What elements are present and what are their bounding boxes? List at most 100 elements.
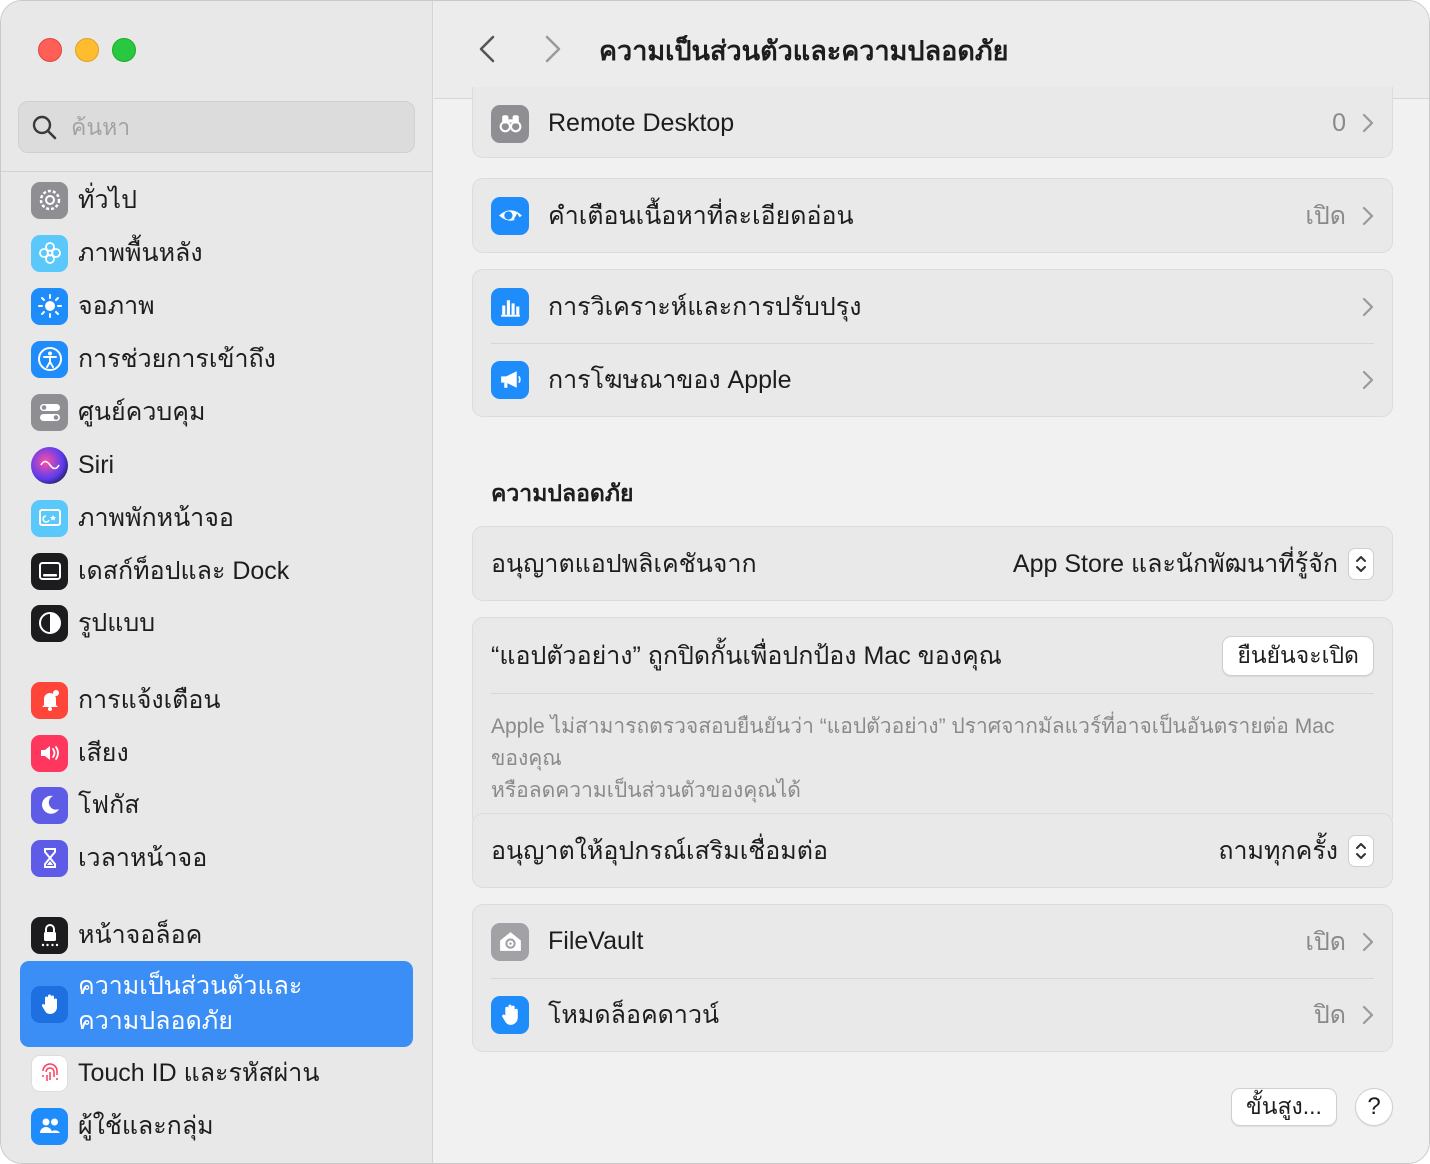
analytics-row[interactable]: การวิเคราะห์และการปรับปรุง (473, 270, 1392, 343)
sidebar-item-label: Siri (78, 450, 115, 479)
blocked-app-label: “แอปตัวอย่าง” ถูกปิดกั้นเพื่อปกป้อง Mac … (491, 641, 1002, 670)
blocked-app-note-line2: หรือลดความเป็นส่วนตัวของคุณได้ (491, 779, 801, 802)
allow-apps-label: อนุญาตแอปพลิเคชันจาก (491, 549, 757, 578)
sidebar-divider (1, 171, 433, 172)
accessories-group: อนุญาตให้อุปกรณ์เสริมเชื่อมต่อ ถามทุกครั… (472, 813, 1393, 888)
sidebar-item-notifications[interactable]: การแจ้งเตือน (20, 676, 413, 724)
siri-icon (31, 446, 68, 484)
screensaver-icon (31, 499, 68, 537)
sensitive-content-value: เปิด (1305, 201, 1346, 230)
chevron-right-icon (1362, 297, 1374, 316)
accessories-value[interactable]: ถามทุกครั้ง (1218, 831, 1338, 871)
advanced-button[interactable]: ขั้นสูง... (1231, 1088, 1337, 1126)
blocked-app-note-line1: Apple ไม่สามารถตรวจสอบยืนยันว่า “แอปตัวอ… (491, 715, 1335, 770)
lockdown-label: โหมดล็อคดาวน์ (548, 1000, 720, 1029)
sidebar-item-touch-id[interactable]: Touch ID และรหัสผ่าน (20, 1049, 413, 1097)
toggles-icon (31, 393, 68, 431)
sidebar-item-general[interactable]: ทั่วไป (20, 176, 413, 224)
filevault-row[interactable]: FileVault เปิด (473, 905, 1392, 978)
sidebar-item-label: ความเป็นส่วนตัวและ (78, 972, 303, 1000)
sidebar: ทั่วไป ภาพพื้นหลัง จอภาพ การช่วยการเข้าถ… (1, 1, 433, 1163)
sidebar-item-label: การช่วยการเข้าถึง (78, 345, 276, 373)
sidebar-item-siri[interactable]: Siri (20, 441, 413, 489)
accessibility-icon (31, 340, 68, 378)
updown-chevron-icon (1356, 842, 1366, 859)
allow-apps-popup-button[interactable] (1348, 547, 1374, 580)
allow-apps-row: อนุญาตแอปพลิเคชันจาก App Store และนักพัฒ… (473, 527, 1392, 600)
settings-window: ทั่วไป ภาพพื้นหลัง จอภาพ การช่วยการเข้าถ… (0, 0, 1430, 1164)
minimize-button[interactable] (75, 38, 99, 62)
updown-chevron-icon (1356, 555, 1366, 572)
sidebar-item-desktop-dock[interactable]: เดสก์ท็อปและ Dock (20, 547, 413, 595)
sidebar-item-appearance[interactable]: รูปแบบ (20, 599, 413, 647)
close-button[interactable] (38, 38, 62, 62)
apple-ads-row[interactable]: การโฆษณาของ Apple (473, 343, 1392, 416)
sidebar-item-screen-time[interactable]: เวลาหน้าจอ (20, 834, 413, 882)
analytics-ads-group: การวิเคราะห์และการปรับปรุง การโฆษณาของ A… (472, 269, 1393, 417)
remote-desktop-label: Remote Desktop (548, 109, 735, 137)
filevault-value: เปิด (1305, 927, 1346, 956)
filevault-icon (491, 922, 529, 961)
hourglass-icon (31, 839, 68, 877)
search-icon (32, 115, 57, 140)
moon-icon (31, 786, 68, 824)
search-field[interactable] (18, 101, 415, 153)
appearance-icon (31, 604, 68, 642)
sidebar-item-wallpaper[interactable]: ภาพพื้นหลัง (20, 229, 413, 277)
flower-icon (31, 234, 68, 272)
sidebar-item-control-center[interactable]: ศูนย์ควบคุม (20, 388, 413, 436)
chevron-right-icon (1362, 1005, 1374, 1024)
speaker-icon (31, 734, 68, 772)
sidebar-item-accessibility[interactable]: การช่วยการเข้าถึง (20, 335, 413, 383)
chevron-right-icon (1362, 206, 1374, 225)
sidebar-item-label: Touch ID และรหัสผ่าน (78, 1059, 320, 1087)
users-icon (31, 1107, 68, 1145)
maximize-button[interactable] (112, 38, 136, 62)
sidebar-item-label: โฟกัส (78, 791, 140, 819)
remote-desktop-value: 0 (1332, 109, 1346, 137)
hand-icon (31, 985, 68, 1023)
filevault-label: FileVault (548, 927, 644, 955)
sidebar-item-label: เดสก์ท็อปและ Dock (78, 557, 290, 585)
security-section-title: ความปลอดภัย (491, 480, 634, 506)
lockdown-value: ปิด (1313, 1000, 1346, 1029)
sidebar-item-label: เวลาหน้าจอ (78, 844, 208, 872)
sun-icon (31, 287, 68, 325)
forward-button[interactable] (538, 33, 568, 65)
sensitive-content-label: คำเตือนเนื้อหาที่ละเอียดอ่อน (548, 201, 854, 230)
apple-ads-label: การโฆษณาของ Apple (548, 365, 792, 394)
sidebar-item-lock-screen[interactable]: หน้าจอล็อค (20, 911, 413, 959)
bar-chart-icon (491, 287, 529, 326)
sidebar-item-label: ทั่วไป (78, 186, 137, 214)
sidebar-item-label: ภาพพักหน้าจอ (78, 504, 234, 532)
allow-apps-group: อนุญาตแอปพลิเคชันจาก App Store และนักพัฒ… (472, 526, 1393, 601)
chevron-right-icon (1362, 113, 1374, 132)
sidebar-item-label: ความปลอดภัย (78, 1007, 233, 1035)
chevron-left-icon (479, 35, 495, 63)
sidebar-item-label: จอภาพ (78, 292, 155, 320)
sidebar-item-users-groups[interactable]: ผู้ใช้และกลุ่ม (20, 1102, 413, 1150)
sidebar-item-label: หน้าจอล็อค (78, 921, 203, 949)
remote-desktop-group: Remote Desktop 0 (472, 87, 1393, 158)
back-button[interactable] (472, 33, 502, 65)
chevron-right-icon (1362, 932, 1374, 951)
sensitive-content-row[interactable]: คำเตือนเนื้อหาที่ละเอียดอ่อน เปิด (473, 179, 1392, 252)
accessories-popup-button[interactable] (1348, 834, 1374, 867)
lockdown-row[interactable]: โหมดล็อคดาวน์ ปิด (473, 978, 1392, 1051)
remote-desktop-row[interactable]: Remote Desktop 0 (473, 87, 1392, 158)
allow-apps-value[interactable]: App Store และนักพัฒนาที่รู้จัก (1013, 544, 1338, 584)
lock-icon (31, 916, 68, 954)
sidebar-item-displays[interactable]: จอภาพ (20, 282, 413, 330)
search-input[interactable] (71, 113, 371, 141)
window-controls (38, 38, 136, 62)
sidebar-item-privacy-security[interactable]: ความเป็นส่วนตัวและ ความปลอดภัย (20, 961, 413, 1047)
help-button[interactable]: ? (1355, 1088, 1393, 1126)
sidebar-item-sound[interactable]: เสียง (20, 729, 413, 777)
main-pane: ความเป็นส่วนตัวและความปลอดภัย Remote Des… (434, 1, 1429, 1163)
sidebar-item-screensaver[interactable]: ภาพพักหน้าจอ (20, 494, 413, 542)
sidebar-item-label: เสียง (78, 739, 129, 767)
binoculars-icon (491, 104, 529, 143)
sidebar-item-focus[interactable]: โฟกัส (20, 781, 413, 829)
open-anyway-button[interactable]: ยืนยันจะเปิด (1222, 635, 1374, 676)
accessories-label: อนุญาตให้อุปกรณ์เสริมเชื่อมต่อ (491, 836, 828, 865)
